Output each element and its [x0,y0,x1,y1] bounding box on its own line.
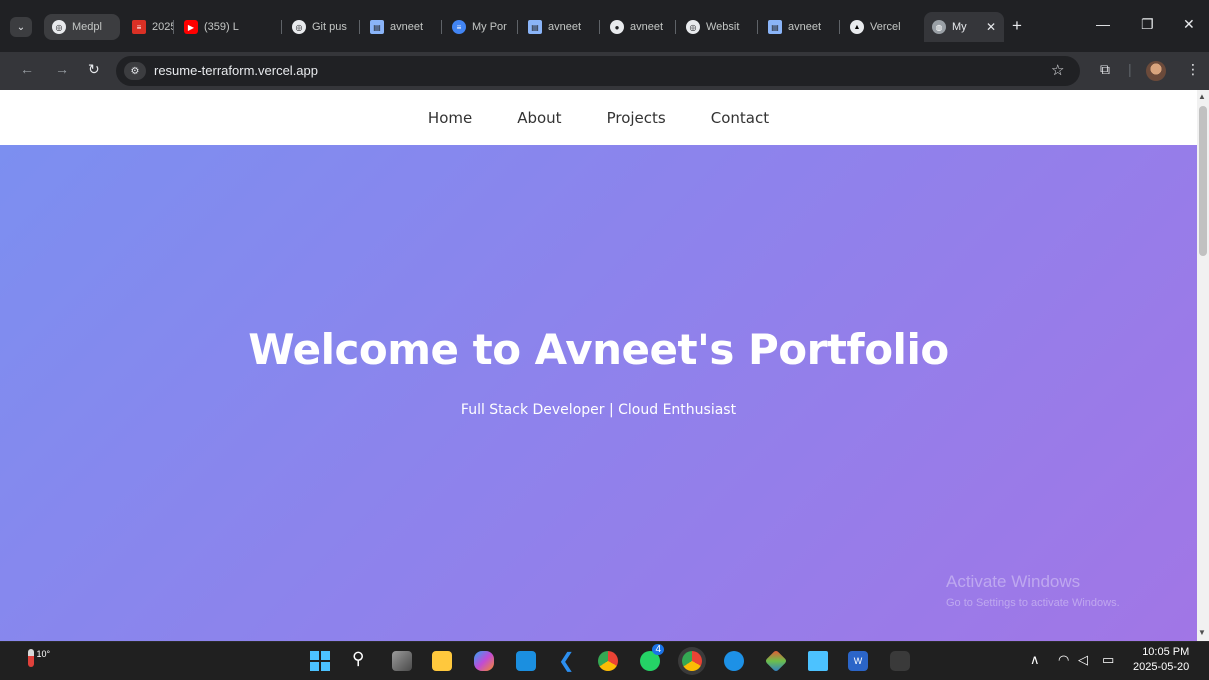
tab-7[interactable]: ▤ avneet [520,14,600,40]
tab-10[interactable]: ▤ avneet [760,14,840,40]
thermometer-icon [28,649,34,667]
back-icon[interactable]: ← [20,61,34,77]
copilot-icon[interactable] [474,651,494,671]
battery-icon[interactable]: ▭ [1102,652,1114,668]
reload-icon[interactable]: ↻ [88,61,100,78]
tab-label: avneet [630,21,664,33]
nav-projects-link[interactable]: Projects [607,109,666,127]
chrome-active-icon[interactable] [682,651,702,671]
address-bar[interactable]: ⚙ resume-terraform.vercel.app ☆ [116,56,1080,86]
docker-icon[interactable] [724,651,744,671]
browser-tab-strip: ⌄ ◎ Medpl ≡ 2025S ▶ (359) L ◎ Git pus ▤ … [0,0,1209,52]
hero-subtitle: Full Stack Developer | Cloud Enthusiast [460,402,737,418]
show-hidden-icons-chevron-icon[interactable]: ∧ [1030,652,1040,668]
tab-11[interactable]: ▲ Vercel [842,14,922,40]
close-icon[interactable]: ✕ [986,20,996,34]
openai-icon: ◎ [292,20,306,34]
hero-title: Welcome to Avneet's Portfolio [248,325,949,374]
vercel-storage-icon: ▤ [768,20,782,34]
terminal-icon[interactable] [890,651,910,671]
site-navbar: Home About Projects Contact [0,90,1197,145]
globe-icon: ◍ [932,20,946,34]
nav-home-link[interactable]: Home [428,109,472,127]
tab-3[interactable]: ▶ (359) L [176,14,282,40]
browser-toolbar: ← → ↻ ⚙ resume-terraform.vercel.app ☆ ⧉ … [0,52,1209,90]
tab-8[interactable]: ● avneet [602,14,676,40]
start-icon[interactable] [310,651,330,671]
tab-label: avneet [788,21,822,33]
whatsapp-badge: 4 [652,644,664,655]
file-explorer-icon[interactable] [432,651,452,671]
task-view-icon[interactable] [392,651,412,671]
bookmark-star-icon[interactable]: ☆ [1051,61,1064,79]
url-text[interactable]: resume-terraform.vercel.app [154,63,318,78]
menu-kebab-icon[interactable]: ⋮ [1186,61,1200,78]
word-icon[interactable]: W [848,651,868,671]
tab-12-active[interactable]: ◍ My ✕ [924,12,1004,42]
nav-about-link[interactable]: About [517,109,561,127]
vscode-icon[interactable]: ❮ [558,648,578,672]
weather-widget[interactable]: 10° [28,649,50,667]
whatsapp-icon[interactable]: 4 [640,644,664,671]
tab-label: 2025S [152,21,174,33]
tab-label: My Por [472,21,507,33]
notepad-icon[interactable] [808,651,828,671]
tab-label: avneet [548,21,582,33]
vercel-icon: ▲ [850,20,864,34]
nav-contact-link[interactable]: Contact [711,109,769,127]
minimize-icon[interactable]: — [1096,16,1110,32]
restore-icon[interactable]: ❐ [1141,16,1154,33]
forward-icon[interactable]: → [55,61,69,77]
clock-time: 10:05 PM [1142,646,1190,658]
tab-5[interactable]: ▤ avneet [362,14,442,40]
extensions-icon[interactable]: ⧉ [1100,61,1110,78]
tab-4[interactable]: ◎ Git pus [284,14,360,40]
redfin-icon: ≡ [132,20,146,34]
tab-label: Websit [706,21,740,33]
vercel-storage-icon: ▤ [528,20,542,34]
tab-label: Medpl [72,21,102,33]
new-tab-icon[interactable]: + [1012,16,1022,36]
chrome-icon[interactable] [598,651,618,671]
outlook-icon[interactable] [516,651,536,671]
temperature-text: 10° [36,649,51,659]
tab-label: Vercel [870,21,901,33]
windows-taskbar: 10° ⚲ ❮ 4 W ∧ ◠ ◁ ▭ 10:05 PM 2025-05-20 [0,641,1209,680]
tab-6[interactable]: ≡ My Por [444,14,518,40]
window-close-icon[interactable]: ✕ [1183,16,1195,33]
tab-1[interactable]: ◎ Medpl [44,14,120,40]
openai-icon: ◎ [686,20,700,34]
activate-windows-title: Activate Windows [946,572,1081,591]
system-clock[interactable]: 10:05 PM 2025-05-20 [1133,645,1189,675]
github-icon: ● [610,20,624,34]
wifi-icon[interactable]: ◠ [1058,652,1069,668]
site-info-icon[interactable]: ⚙ [124,62,146,80]
youtube-icon: ▶ [184,20,198,34]
volume-icon[interactable]: ◁ [1078,652,1088,668]
tab-label: avneet [390,21,424,33]
scroll-up-arrow-icon[interactable]: ▲ [1198,92,1206,101]
tab-9[interactable]: ◎ Websit [678,14,758,40]
page-viewport: Home About Projects Contact Welcome to A… [0,90,1197,641]
vercel-storage-icon: ▤ [370,20,384,34]
hero-section: Welcome to Avneet's Portfolio Full Stack… [0,145,1197,641]
tab-label: My [952,21,967,33]
tab-search-button[interactable]: ⌄ [10,17,32,37]
search-icon[interactable]: ⚲ [352,649,372,669]
activate-windows-hint: Go to Settings to activate Windows. [946,597,1120,609]
tab-label: (359) L [204,21,239,33]
clock-date: 2025-05-20 [1133,661,1190,673]
openai-icon: ◎ [52,20,66,34]
page-scrollbar[interactable]: ▲ ▼ [1197,90,1209,641]
profile-avatar[interactable] [1146,61,1166,81]
git-icon[interactable] [764,649,788,673]
tab-2[interactable]: ≡ 2025S [124,14,174,40]
scroll-thumb[interactable] [1199,106,1207,256]
scroll-down-arrow-icon[interactable]: ▼ [1198,628,1206,637]
docs-icon: ≡ [452,20,466,34]
tab-label: Git pus [312,21,347,33]
